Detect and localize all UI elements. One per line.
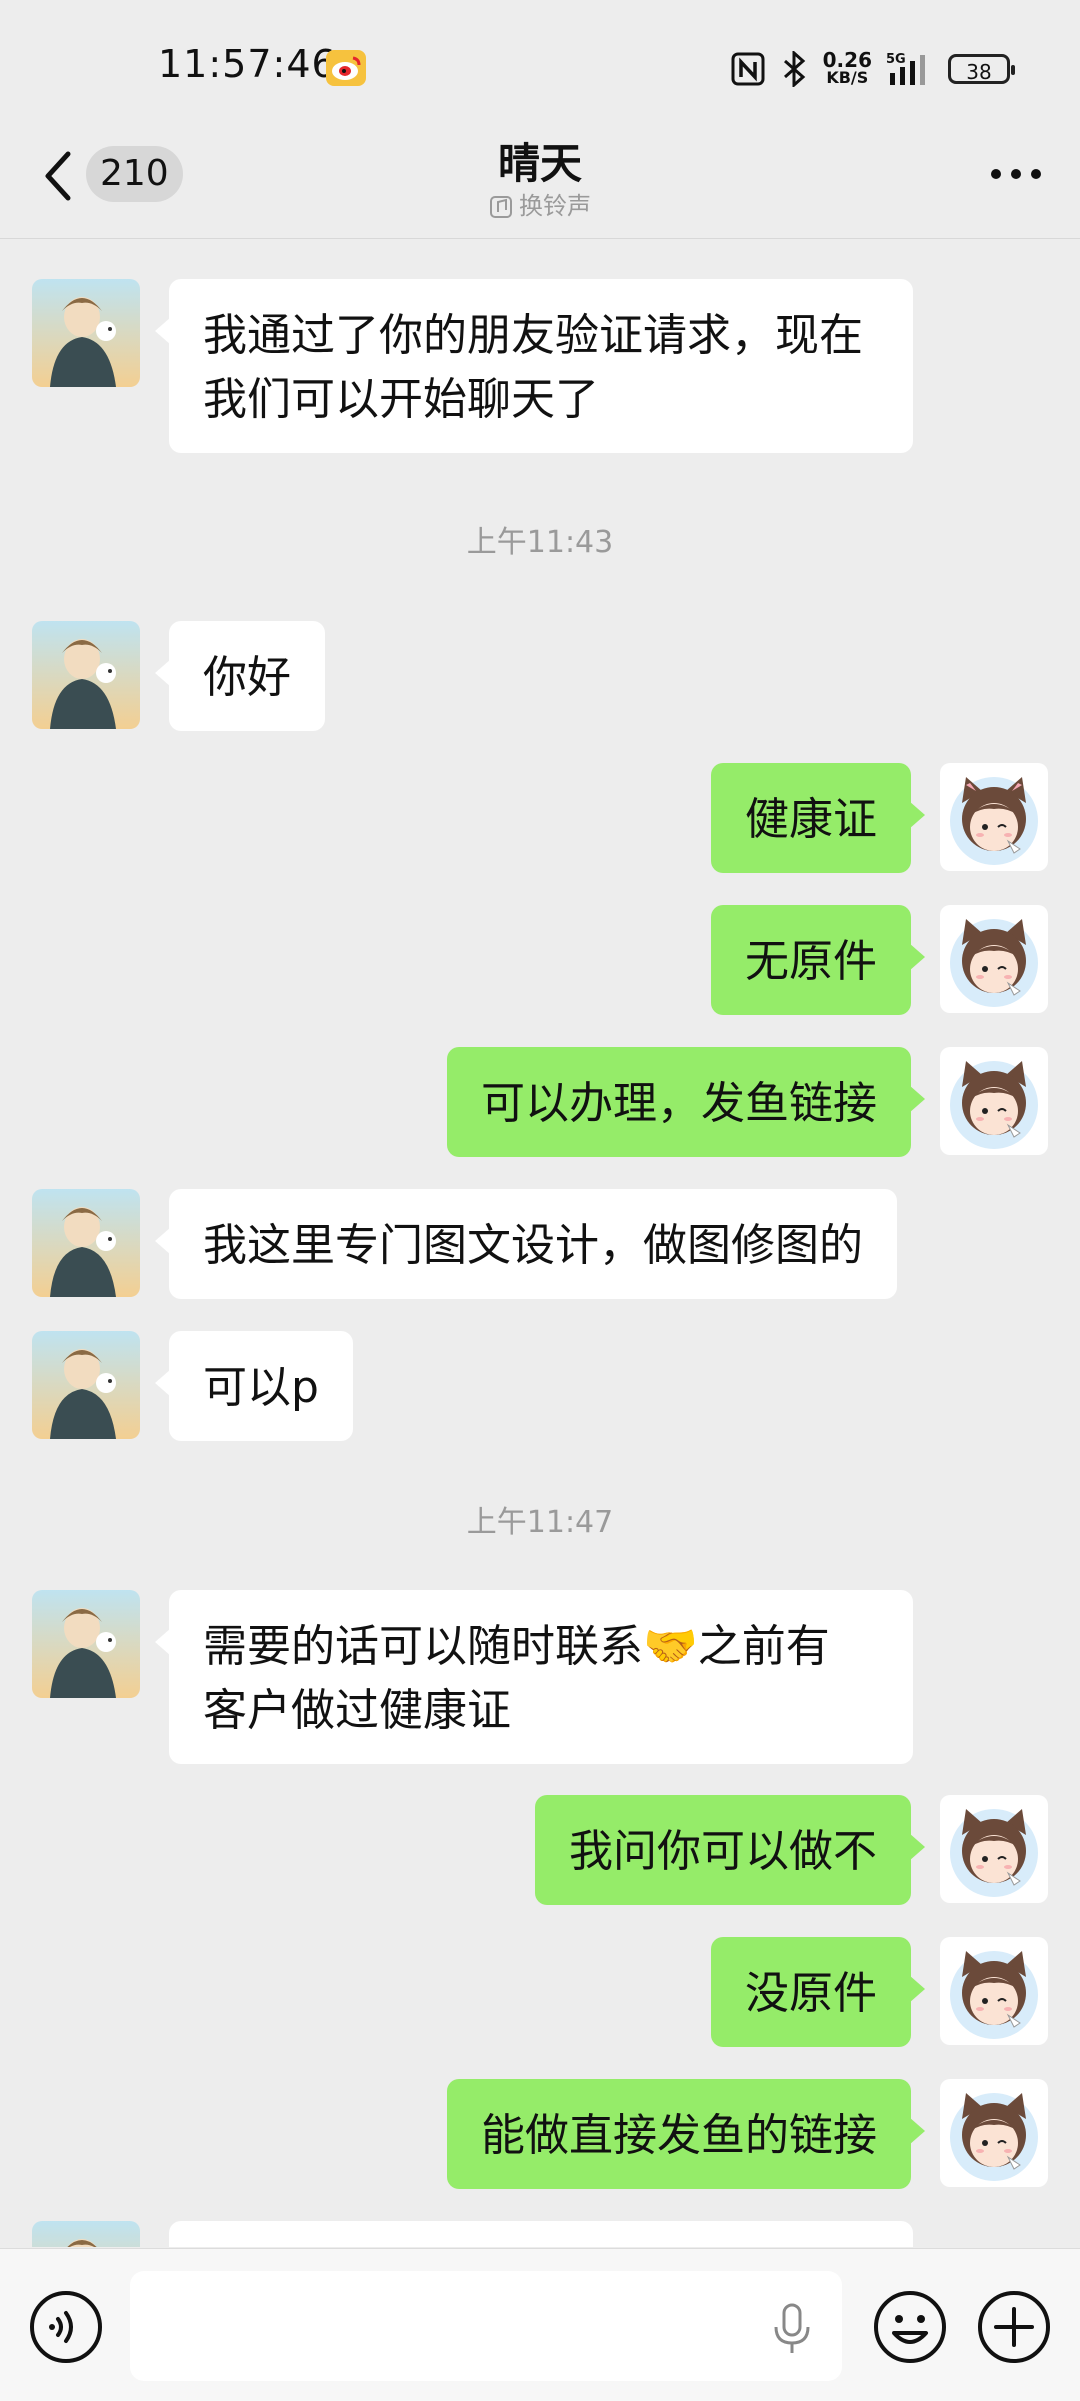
network-speed: 0.26 KB/S xyxy=(822,48,872,87)
my-avatar-image xyxy=(950,777,1038,865)
more-options-icon[interactable] xyxy=(990,164,1042,184)
my-avatar[interactable] xyxy=(940,905,1048,1013)
my-avatar[interactable] xyxy=(940,1795,1048,1903)
message-bubble[interactable]: 健康证 xyxy=(711,763,925,873)
contact-avatar-image xyxy=(32,621,140,729)
status-icons: 0.26 KB/S 5G 38 xyxy=(731,44,1015,94)
message-bubble[interactable]: 你好 xyxy=(155,621,325,731)
network-type: 5G xyxy=(886,52,906,67)
my-avatar-image xyxy=(950,1951,1038,2039)
message-bubble[interactable]: 需要的话可以随时联系🤝之前有 客户做过健康证 xyxy=(155,1590,913,1764)
battery-indicator: 38 xyxy=(948,54,1015,84)
message-timestamp: 上午11:47 xyxy=(466,1505,614,1540)
my-avatar[interactable] xyxy=(940,763,1048,871)
contact-avatar[interactable] xyxy=(32,1331,140,1439)
microphone-icon[interactable] xyxy=(770,2303,814,2355)
contact-avatar[interactable] xyxy=(32,1590,140,1698)
network-speed-value: 0.26 xyxy=(822,48,872,72)
message-row: 可以p xyxy=(0,1331,1080,1441)
my-avatar-image xyxy=(950,919,1038,1007)
message-bubble[interactable]: 没原件 xyxy=(711,1937,925,2047)
voice-mode-icon[interactable] xyxy=(28,2289,104,2365)
my-avatar-image xyxy=(950,1809,1038,1897)
chat-input-bar xyxy=(0,2248,1080,2401)
message-row: 健康证 xyxy=(0,763,1080,873)
my-avatar[interactable] xyxy=(940,1047,1048,1155)
chat-header: 210 晴天 换铃声 xyxy=(0,130,1080,239)
message-row: 没原件 xyxy=(0,1937,1080,2047)
emoji-icon[interactable] xyxy=(872,2289,948,2365)
message-row: 你好 xyxy=(0,621,1080,731)
ringtone-label: 换铃声 xyxy=(519,192,591,220)
message-input[interactable] xyxy=(130,2271,842,2381)
contact-avatar[interactable] xyxy=(32,279,140,387)
contact-avatar[interactable] xyxy=(32,2221,140,2247)
plus-icon[interactable] xyxy=(976,2289,1052,2365)
message-bubble[interactable]: 可以p xyxy=(155,1331,353,1441)
contact-avatar[interactable] xyxy=(32,1189,140,1297)
my-avatar-image xyxy=(950,1061,1038,1149)
message-bubble[interactable]: 我这里专门图文设计，做图修图的 xyxy=(155,1189,897,1299)
message-bubble[interactable]: 可以办理，发鱼链接 xyxy=(447,1047,925,1157)
ringtone-icon xyxy=(490,196,512,218)
message-row: 无原件 xyxy=(0,905,1080,1015)
my-avatar[interactable] xyxy=(940,1937,1048,2045)
my-avatar[interactable] xyxy=(940,2079,1048,2187)
signal-icon: 5G xyxy=(886,52,925,85)
network-speed-unit: KB/S xyxy=(826,68,869,87)
message-row: 可以办理，发鱼链接 xyxy=(0,1047,1080,1157)
contact-avatar-image xyxy=(32,1590,140,1698)
my-avatar-image xyxy=(950,2093,1038,2181)
message-bubble[interactable]: 无原件 xyxy=(711,905,925,1015)
message-row: 能做直接发鱼的链接 xyxy=(0,2079,1080,2189)
message-row: 我问你可以做不 xyxy=(0,1795,1080,1905)
message-bubble[interactable]: 我问你可以做不 xyxy=(535,1795,925,1905)
nfc-icon xyxy=(731,52,765,86)
message-row: 需要的话可以随时联系🤝之前有 客户做过健康证 xyxy=(0,1590,1080,1764)
message-bubble[interactable]: 我通过了你的朋友验证请求，现在 我们可以开始聊天了 xyxy=(155,279,913,453)
weibo-icon xyxy=(326,50,366,86)
contact-avatar-image xyxy=(32,1189,140,1297)
ringtone-subtitle[interactable]: 换铃声 xyxy=(0,186,1080,221)
message-row-partial xyxy=(0,2221,1080,2247)
status-bar: 11:57:46 0.26 KB/S 5G 38 xyxy=(0,0,1080,130)
contact-avatar-image xyxy=(32,1331,140,1439)
chat-title: 晴天 xyxy=(497,139,582,188)
status-time: 11:57:46 xyxy=(158,42,337,86)
chat-message-list[interactable]: 我通过了你的朋友验证请求，现在 我们可以开始聊天了 上午11:43 你好 健康证… xyxy=(0,239,1080,2247)
contact-avatar[interactable] xyxy=(32,621,140,729)
contact-avatar-image xyxy=(32,279,140,387)
message-bubble-partial[interactable] xyxy=(169,2221,913,2247)
message-row: 我通过了你的朋友验证请求，现在 我们可以开始聊天了 xyxy=(0,259,1080,453)
message-timestamp: 上午11:43 xyxy=(466,525,614,560)
message-bubble[interactable]: 能做直接发鱼的链接 xyxy=(447,2079,925,2189)
contact-avatar-image xyxy=(32,2221,140,2247)
bluetooth-icon xyxy=(783,51,805,87)
message-row: 我这里专门图文设计，做图修图的 xyxy=(0,1189,1080,1299)
